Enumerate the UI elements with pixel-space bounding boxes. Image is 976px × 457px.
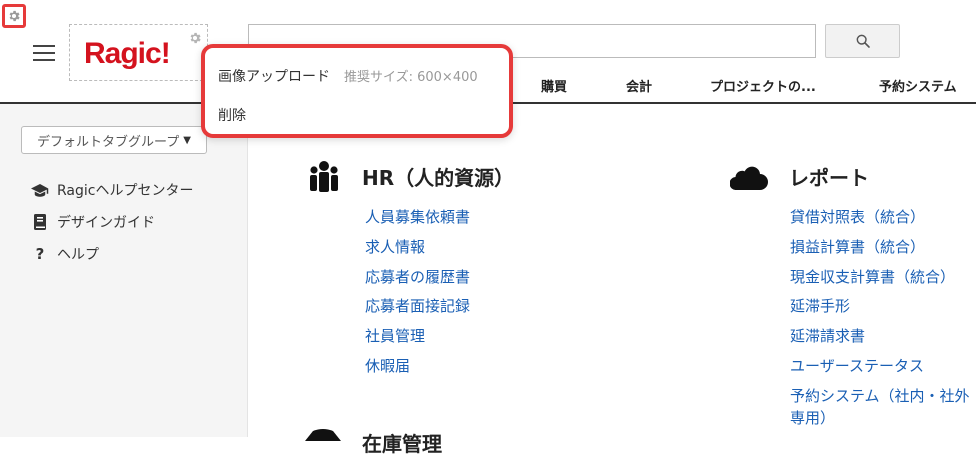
section-title-inventory: 在庫管理 — [362, 432, 442, 456]
sidebar-link-label: ヘルプ — [57, 247, 99, 263]
hamburger-menu-icon[interactable] — [33, 45, 55, 61]
book-icon — [31, 214, 49, 230]
recommended-size-hint: 推奨サイズ: 600×400 — [344, 70, 478, 85]
section-title-hr: HR（人的資源） — [362, 166, 515, 190]
tab-project[interactable]: プロジェクトの... — [710, 76, 816, 95]
list-item[interactable]: 貸借対照表（統合） — [790, 206, 970, 236]
report-link-list: 貸借対照表（統合） 損益計算書（統合） 現金収支計算書（統合） 延滞手形 延滞請… — [790, 206, 970, 437]
tab-accounting[interactable]: 会計 — [626, 76, 652, 95]
tab-group-label: デフォルトタブグループ — [37, 134, 180, 150]
list-item[interactable]: 専用） — [790, 407, 970, 437]
list-item[interactable]: 求人情報 — [365, 236, 470, 266]
upload-image-option[interactable]: 画像アップロード 推奨サイズ: 600×400 — [218, 66, 478, 86]
list-item[interactable]: 社員管理 — [365, 325, 470, 355]
people-icon — [309, 160, 339, 198]
question-icon: ? — [35, 245, 45, 263]
list-item[interactable]: 人員募集依頼書 — [365, 206, 470, 236]
settings-gear-icon[interactable] — [2, 4, 26, 28]
list-item[interactable]: 予約システム（社内・社外 — [790, 385, 970, 407]
sidebar-link-label: Ragicヘルプセンター — [57, 183, 194, 199]
tab-group-select[interactable]: デフォルトタブグループ ▼ — [21, 126, 207, 154]
sidebar-link-label: デザインガイド — [57, 215, 155, 231]
list-item[interactable]: 延滞請求書 — [790, 325, 970, 355]
caret-down-icon: ▼ — [183, 134, 191, 146]
list-item[interactable]: 応募者面接記録 — [365, 295, 470, 325]
tab-booking-system[interactable]: 予約システム — [879, 76, 957, 95]
box-icon — [305, 426, 341, 445]
list-item[interactable]: 現金収支計算書（統合） — [790, 266, 970, 296]
sidebar: デフォルトタブグループ ▼ Ragicヘルプセンター デザインガイド ? ヘルプ — [0, 104, 248, 437]
main-content: HR（人的資源） 人員募集依頼書 求人情報 応募者の履歴書 応募者面接記録 社員… — [249, 106, 976, 456]
list-item[interactable]: 延滞手形 — [790, 295, 970, 325]
delete-image-option[interactable]: 削除 — [218, 105, 246, 125]
image-options-popup: 画像アップロード 推奨サイズ: 600×400 削除 — [201, 44, 513, 138]
upload-image-label: 画像アップロード — [218, 69, 330, 85]
list-item[interactable]: 応募者の履歴書 — [365, 266, 470, 296]
section-title-report: レポート — [789, 166, 869, 190]
logo-area[interactable]: Ragic! — [69, 24, 208, 81]
logo-text: Ragic! — [84, 37, 171, 70]
hr-link-list: 人員募集依頼書 求人情報 応募者の履歴書 応募者面接記録 社員管理 休暇届 — [365, 206, 470, 385]
sidebar-link-help-center[interactable]: Ragicヘルプセンター — [31, 180, 193, 200]
list-item[interactable]: ユーザーステータス — [790, 355, 970, 385]
logo-gear-icon[interactable] — [188, 30, 202, 49]
sidebar-link-design-guide[interactable]: デザインガイド — [31, 212, 155, 232]
list-item[interactable]: 損益計算書（統合） — [790, 236, 970, 266]
search-icon — [856, 34, 870, 48]
graduation-cap-icon — [31, 183, 49, 197]
list-item[interactable]: 休暇届 — [365, 355, 470, 385]
search-button[interactable] — [825, 24, 900, 58]
cloud-icon — [729, 164, 768, 194]
sidebar-link-help[interactable]: ? ヘルプ — [31, 244, 99, 264]
tab-purchase[interactable]: 購買 — [541, 76, 567, 95]
